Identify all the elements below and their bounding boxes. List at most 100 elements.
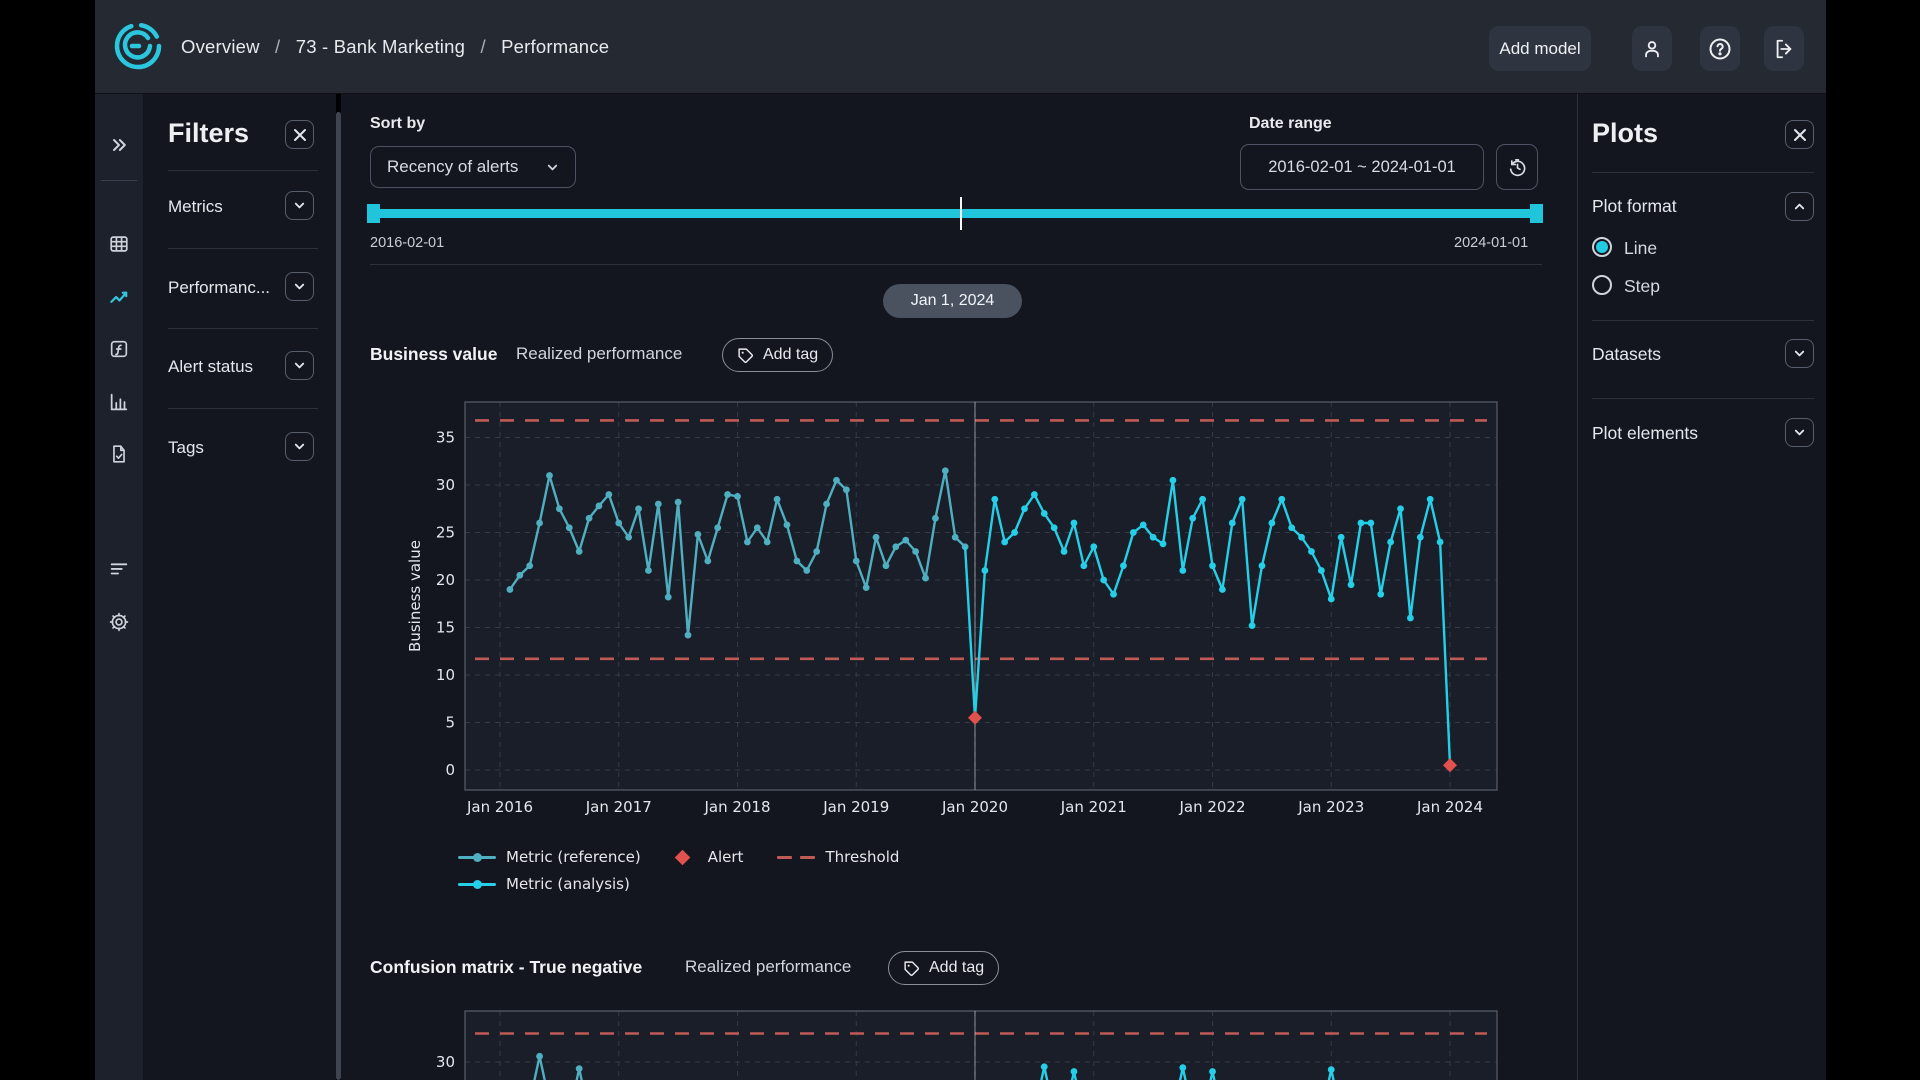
svg-text:Jan 2019: Jan 2019 (822, 798, 889, 816)
plots-panel: Plots Plot format Line Step Datasets Plo… (1577, 94, 1826, 1080)
chevron-down-icon (1793, 426, 1806, 439)
chevron-up-icon (1793, 200, 1806, 213)
breadcrumb-model[interactable]: 73 - Bank Marketing (296, 36, 465, 57)
date-slider-handle-end[interactable] (1530, 204, 1543, 223)
svg-text:0: 0 (445, 761, 455, 779)
legend-item-reference[interactable]: Metric (reference) (458, 848, 641, 866)
app-logo[interactable] (112, 20, 164, 72)
document-check-icon[interactable] (95, 436, 143, 472)
add-tag-label: Add tag (929, 959, 984, 977)
filters-close-button[interactable] (285, 120, 314, 149)
svg-text:Jan 2021: Jan 2021 (1060, 798, 1127, 816)
date-range-input[interactable]: 2016-02-01 ~ 2024-01-01 (1240, 144, 1484, 190)
svg-text:Jan 2022: Jan 2022 (1178, 798, 1245, 816)
metrics-dropdown-button[interactable] (285, 191, 314, 220)
logout-icon (1773, 38, 1795, 60)
radio-selected-icon (1592, 237, 1612, 257)
chevron-down-icon (293, 359, 306, 372)
svg-text:25: 25 (436, 524, 455, 542)
filters-panel: Filters Metrics Performanc... Alert stat… (143, 94, 336, 1080)
plots-title: Plots (1592, 118, 1658, 149)
breadcrumb: Overview / 73 - Bank Marketing / Perform… (181, 36, 609, 58)
plot-elements-label: Plot elements (1592, 423, 1698, 444)
radio-icon (1592, 275, 1612, 295)
main-content: Sort by Recency of alerts Date range 201… (341, 94, 1577, 1080)
add-model-button[interactable]: Add model (1489, 26, 1591, 71)
help-icon (1708, 37, 1732, 61)
chevron-down-icon (293, 440, 306, 453)
filter-list-icon[interactable] (95, 550, 143, 586)
breadcrumb-page: Performance (501, 36, 609, 57)
icon-rail (95, 94, 143, 1080)
svg-text:Business value: Business value (406, 540, 424, 652)
alert-status-dropdown-button[interactable] (285, 351, 314, 380)
section1-title: Business value (370, 344, 497, 365)
close-icon (293, 128, 307, 142)
expand-sidebar-icon[interactable] (95, 127, 143, 163)
close-icon (1793, 128, 1807, 142)
svg-text:20: 20 (436, 571, 455, 589)
performance-dropdown-button[interactable] (285, 272, 314, 301)
chevron-down-icon (546, 161, 559, 174)
legend-item-alert[interactable]: Alert (675, 848, 744, 866)
svg-text:30: 30 (436, 1053, 455, 1071)
breadcrumb-separator: / (480, 36, 485, 57)
slider-start-label: 2016-02-01 (370, 235, 444, 251)
plot-format-collapse-button[interactable] (1785, 192, 1814, 221)
sort-by-dropdown[interactable]: Recency of alerts (370, 146, 576, 188)
add-tag-label: Add tag (763, 346, 818, 364)
filter-label: Alert status (168, 357, 253, 377)
help-button[interactable] (1700, 26, 1740, 71)
slider-cursor[interactable] (960, 197, 962, 230)
section1-subtitle: Realized performance (516, 344, 682, 364)
date-range-reset-button[interactable] (1496, 144, 1538, 190)
date-slider-track[interactable] (373, 209, 1537, 218)
data-table-icon[interactable] (95, 226, 143, 262)
tag-icon (737, 347, 754, 364)
function-icon[interactable] (95, 331, 143, 367)
datasets-label: Datasets (1592, 344, 1661, 365)
confusion-matrix-chart[interactable]: 30 (380, 1000, 1560, 1080)
section2-subtitle: Realized performance (685, 957, 851, 977)
radio-label: Step (1624, 276, 1660, 297)
logout-button[interactable] (1764, 26, 1804, 71)
svg-text:15: 15 (436, 619, 455, 637)
date-range-label: Date range (1249, 115, 1332, 133)
chevron-down-icon (1793, 347, 1806, 360)
bar-chart-icon[interactable] (95, 384, 143, 420)
business-value-chart[interactable]: Jan 2016Jan 2017Jan 2018Jan 2019Jan 2020… (380, 390, 1560, 830)
date-slider-handle-start[interactable] (367, 204, 380, 223)
plots-close-button[interactable] (1785, 120, 1814, 149)
section2-title: Confusion matrix - True negative (370, 957, 642, 978)
slider-end-label: 2024-01-01 (1454, 235, 1528, 251)
chart-legend: Metric (reference) Alert Threshold Metri… (458, 846, 1158, 900)
svg-text:Jan 2023: Jan 2023 (1297, 798, 1364, 816)
svg-text:30: 30 (436, 476, 455, 494)
app: Overview / 73 - Bank Marketing / Perform… (0, 0, 1920, 1080)
tag-icon (903, 960, 920, 977)
filter-label: Metrics (168, 197, 223, 217)
user-button[interactable] (1632, 26, 1672, 71)
sort-by-label: Sort by (370, 115, 425, 133)
section2-add-tag-button[interactable]: Add tag (888, 951, 999, 985)
plot-elements-expand-button[interactable] (1785, 418, 1814, 447)
tags-dropdown-button[interactable] (285, 432, 314, 461)
logo-icon (112, 20, 164, 72)
section1-add-tag-button[interactable]: Add tag (722, 338, 833, 372)
metrics-trend-icon[interactable] (95, 280, 143, 316)
history-clock-icon (1507, 157, 1528, 178)
svg-text:Jan 2020: Jan 2020 (941, 798, 1008, 816)
threshold-dash-icon (777, 856, 815, 859)
svg-text:35: 35 (436, 429, 455, 447)
svg-text:Jan 2017: Jan 2017 (585, 798, 652, 816)
slider-date-tooltip: Jan 1, 2024 (883, 284, 1022, 318)
breadcrumb-overview[interactable]: Overview (181, 36, 260, 57)
legend-item-analysis[interactable]: Metric (analysis) (458, 875, 630, 893)
legend-item-threshold[interactable]: Threshold (777, 848, 899, 866)
filter-label: Tags (168, 438, 204, 458)
plot-format-label: Plot format (1592, 196, 1677, 217)
settings-gear-icon[interactable] (95, 604, 143, 640)
svg-text:Jan 2018: Jan 2018 (703, 798, 770, 816)
datasets-expand-button[interactable] (1785, 339, 1814, 368)
top-bar: Overview / 73 - Bank Marketing / Perform… (95, 0, 1826, 94)
